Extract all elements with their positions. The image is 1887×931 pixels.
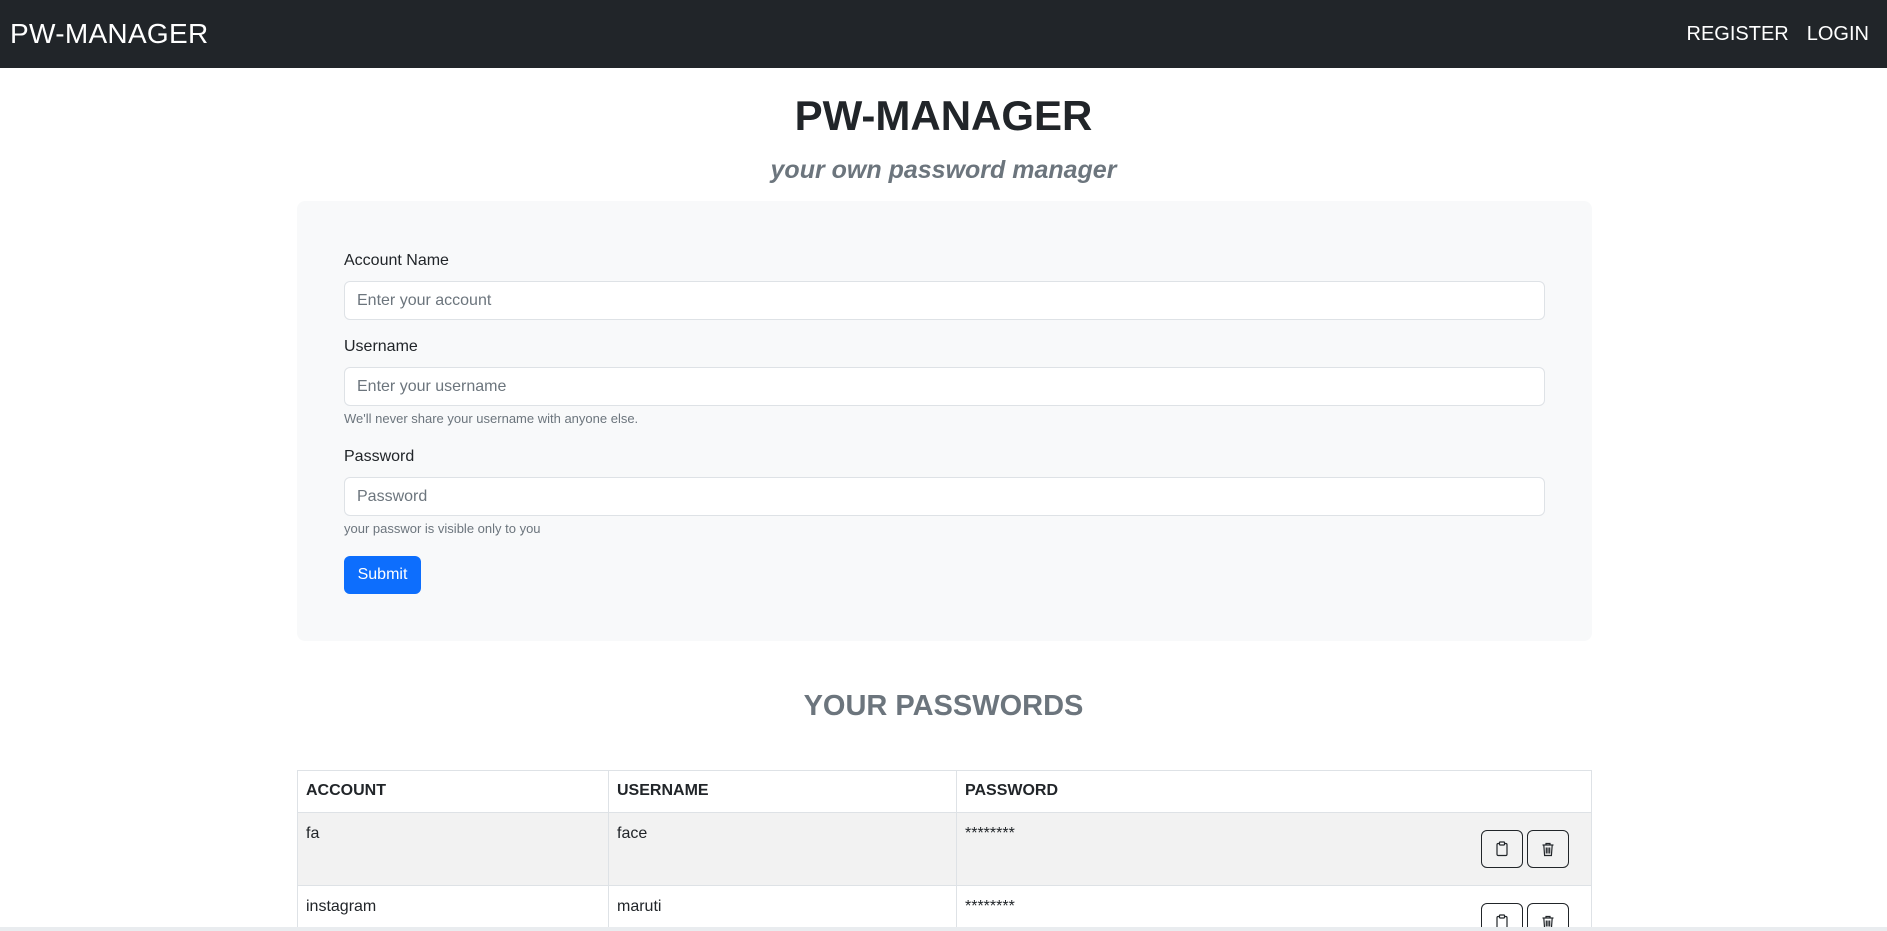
- nav-links: REGISTER LOGIN: [1687, 23, 1878, 46]
- add-password-form: Account Name Username We'll never share …: [297, 201, 1592, 641]
- page-subtitle: your own password manager: [770, 156, 1117, 184]
- username-cell: maruti: [608, 885, 957, 931]
- delete-button[interactable]: [1527, 830, 1569, 868]
- username-label: Username: [344, 338, 418, 355]
- copy-button[interactable]: [1481, 830, 1523, 868]
- register-link[interactable]: REGISTER: [1687, 23, 1789, 46]
- account-name-label: Account Name: [344, 252, 449, 269]
- password-cell: ********: [956, 885, 1592, 931]
- password-masked: ********: [965, 898, 1015, 915]
- password-input[interactable]: [344, 477, 1545, 516]
- column-header-username: USERNAME: [608, 770, 957, 813]
- table-row: fa face ********: [297, 812, 1592, 886]
- page-title: PW-MANAGER: [794, 92, 1093, 139]
- password-cell: ********: [956, 812, 1592, 886]
- username-cell: face: [608, 812, 957, 886]
- table-header-row: ACCOUNT USERNAME PASSWORD: [297, 770, 1592, 813]
- clipboard-icon: [1496, 841, 1508, 857]
- column-header-account: ACCOUNT: [297, 770, 609, 813]
- username-help-text: We'll never share your username with any…: [344, 411, 639, 426]
- account-name-input[interactable]: [344, 281, 1545, 320]
- password-masked: ********: [965, 825, 1015, 842]
- navbar: PW-MANAGER REGISTER LOGIN: [0, 0, 1887, 68]
- window-bottom-edge: [0, 927, 1887, 931]
- passwords-section-title: YOUR PASSWORDS: [803, 690, 1084, 722]
- table-row: instagram maruti ********: [297, 885, 1592, 931]
- account-cell: fa: [297, 812, 609, 886]
- brand-link[interactable]: PW-MANAGER: [10, 18, 209, 50]
- row-actions: [1481, 830, 1569, 868]
- username-input[interactable]: [344, 367, 1545, 406]
- submit-button[interactable]: Submit: [344, 556, 421, 594]
- login-link[interactable]: LOGIN: [1807, 23, 1869, 46]
- passwords-table: ACCOUNT USERNAME PASSWORD fa face ******…: [297, 770, 1592, 931]
- trash-icon: [1542, 842, 1554, 857]
- account-cell: instagram: [297, 885, 609, 931]
- password-help-text: your passwor is visible only to you: [344, 521, 541, 536]
- column-header-password: PASSWORD: [956, 770, 1592, 813]
- passwords-table-wrap: ACCOUNT USERNAME PASSWORD fa face ******…: [297, 770, 1592, 931]
- password-label: Password: [344, 448, 415, 465]
